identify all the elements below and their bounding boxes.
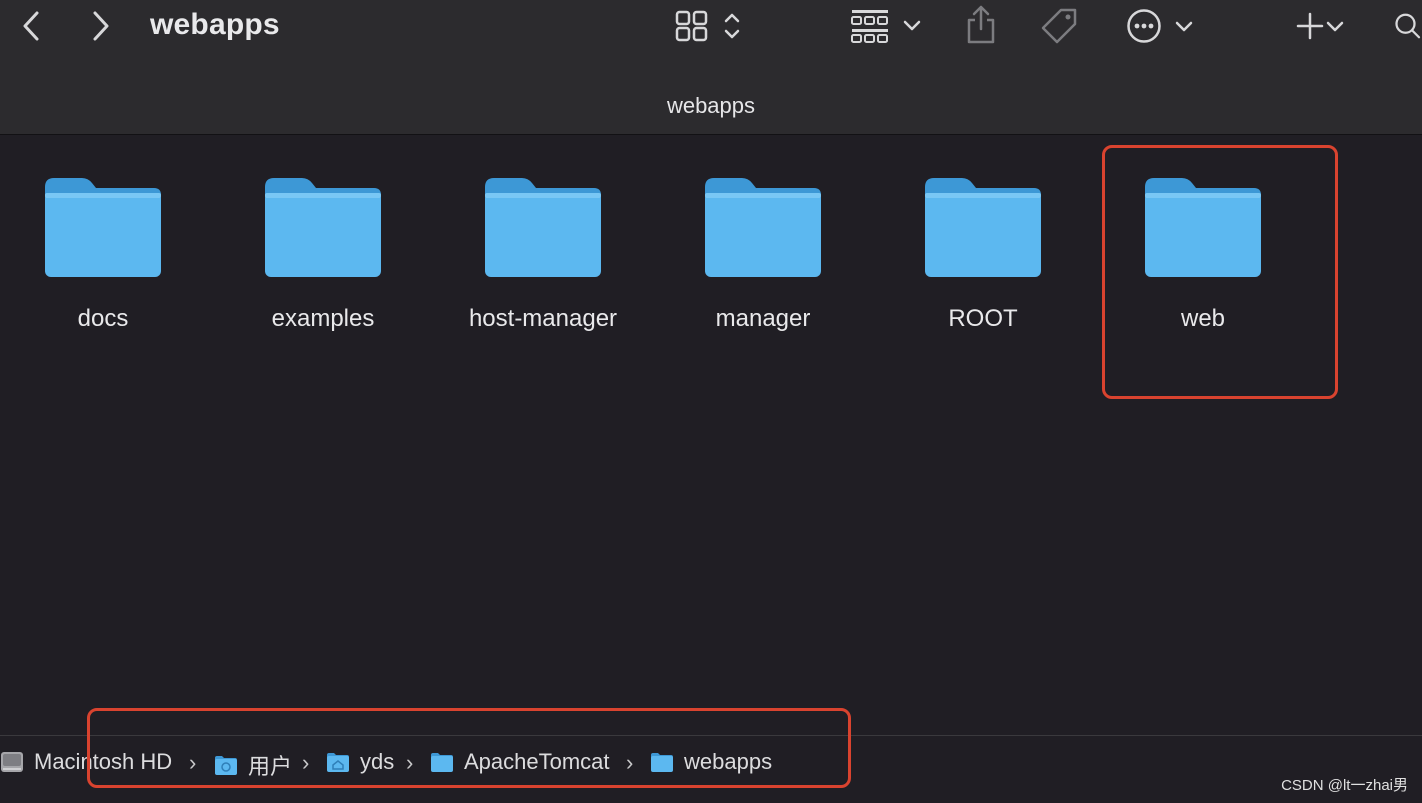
share-icon xyxy=(967,5,995,44)
search-icon xyxy=(1395,13,1421,39)
tag-button[interactable] xyxy=(1038,6,1080,46)
search-button[interactable] xyxy=(1392,6,1422,46)
icon-grid-view-icon xyxy=(675,10,740,42)
more-actions-button[interactable] xyxy=(1124,6,1196,46)
folder-label: ROOT xyxy=(948,305,1018,332)
highlight-box-path xyxy=(87,708,851,788)
folder-icon xyxy=(45,178,161,277)
path-title: webapps xyxy=(666,93,756,118)
chevron-right-icon xyxy=(93,11,109,41)
group-grid-icon xyxy=(851,10,921,43)
folder-item-docs[interactable]: docs xyxy=(0,175,200,345)
tag-icon xyxy=(1041,8,1077,44)
share-button[interactable] xyxy=(962,4,1000,46)
chevron-left-icon xyxy=(23,11,39,41)
forward-button[interactable] xyxy=(84,8,118,44)
folder-item-root[interactable]: ROOT xyxy=(880,175,1080,345)
ellipsis-circle-icon xyxy=(1127,9,1193,43)
folder-label: docs xyxy=(77,305,129,332)
folder-item-manager[interactable]: manager xyxy=(660,175,860,345)
hard-drive-icon xyxy=(1,752,23,772)
highlight-box-web xyxy=(1102,145,1338,399)
folder-label: host-manager xyxy=(468,305,618,332)
path-title-bar: webapps xyxy=(0,60,1422,135)
window-title: webapps xyxy=(150,8,280,41)
group-button[interactable] xyxy=(848,8,924,44)
folder-icon xyxy=(705,178,821,277)
view-mode-button[interactable] xyxy=(672,8,746,44)
watermark: CSDN @lt一zhai男 xyxy=(1281,777,1408,794)
folder-item-host-manager[interactable]: host-manager xyxy=(440,175,640,345)
folder-item-examples[interactable]: examples xyxy=(220,175,420,345)
back-button[interactable] xyxy=(14,8,48,44)
folder-icon xyxy=(485,178,601,277)
plus-icon xyxy=(1296,12,1344,40)
folder-label: manager xyxy=(715,305,811,332)
folder-icon xyxy=(265,178,381,277)
folder-icon xyxy=(925,178,1041,277)
folder-label: examples xyxy=(271,305,375,332)
toolbar: webapps xyxy=(0,0,1422,60)
add-button[interactable] xyxy=(1292,8,1356,44)
